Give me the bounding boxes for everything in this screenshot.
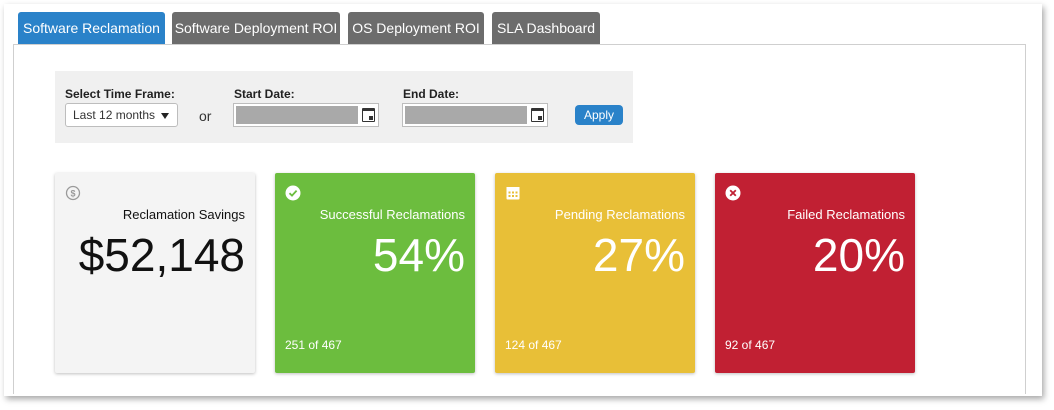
successful-reclamations-card[interactable]: Successful Reclamations 54% 251 of 467 — [275, 173, 475, 373]
x-circle-icon — [725, 185, 741, 201]
time-frame-select[interactable]: Last 12 months — [65, 103, 178, 127]
tab-software-deployment-roi[interactable]: Software Deployment ROI — [172, 12, 340, 44]
calendar-icon — [506, 187, 520, 200]
calendar-icon[interactable] — [362, 108, 375, 122]
end-date-label: End Date: — [403, 87, 460, 101]
check-circle-icon — [285, 185, 301, 201]
dollar-icon: $ — [65, 185, 81, 201]
svg-text:$: $ — [70, 189, 75, 199]
tab-sla-dashboard[interactable]: SLA Dashboard — [492, 12, 600, 44]
card-title: Failed Reclamations — [787, 207, 905, 222]
start-date-input[interactable] — [236, 106, 358, 124]
pending-count: 124 of 467 — [505, 338, 562, 352]
failed-count: 92 of 467 — [725, 338, 776, 352]
or-label: or — [199, 108, 212, 124]
filter-bar: Select Time Frame: Last 12 months or Sta… — [55, 71, 633, 143]
reclamation-savings-card: $ Reclamation Savings $52,148 — [55, 173, 255, 373]
successful-count: 251 of 467 — [285, 338, 342, 352]
tab-os-deployment-roi[interactable]: OS Deployment ROI — [348, 12, 484, 44]
card-title: Reclamation Savings — [122, 207, 245, 222]
pending-percent: 27% — [592, 229, 685, 281]
savings-value: $52,148 — [78, 229, 245, 281]
time-frame-value: Last 12 months — [73, 108, 156, 122]
pending-reclamations-card[interactable]: Pending Reclamations 27% 124 of 467 — [495, 173, 695, 373]
calendar-icon[interactable] — [531, 108, 544, 122]
successful-percent: 54% — [372, 229, 465, 281]
tab-software-reclamation[interactable]: Software Reclamation — [18, 12, 165, 44]
end-date-field[interactable] — [402, 103, 548, 127]
apply-button[interactable]: Apply — [575, 105, 623, 125]
time-frame-label: Select Time Frame: — [65, 87, 175, 101]
failed-reclamations-card[interactable]: Failed Reclamations 20% 92 of 467 — [715, 173, 915, 373]
start-date-field[interactable] — [233, 103, 379, 127]
caret-down-icon — [161, 113, 169, 119]
start-date-label: Start Date: — [234, 87, 295, 101]
card-title: Successful Reclamations — [319, 207, 465, 222]
failed-percent: 20% — [812, 229, 905, 281]
end-date-input[interactable] — [405, 106, 527, 124]
card-title: Pending Reclamations — [554, 207, 685, 222]
